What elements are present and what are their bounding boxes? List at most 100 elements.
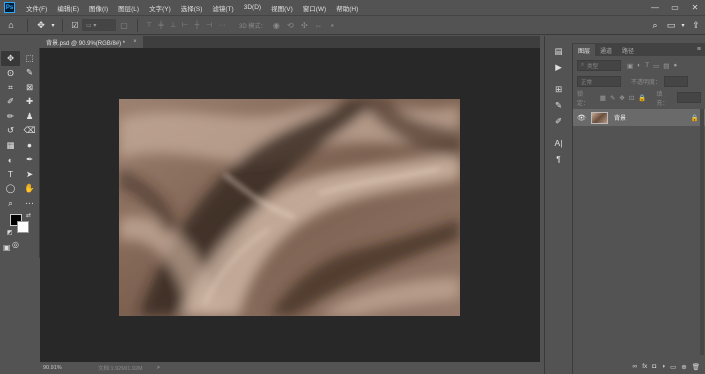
tab-paths[interactable]: 路径 <box>617 44 639 56</box>
align-left-icon[interactable]: ⊢ <box>179 17 191 33</box>
scale-3d-icon[interactable]: ▪ <box>325 17 339 33</box>
lasso-tool-icon[interactable]: ʘ <box>1 66 20 81</box>
filter-toggle-icon[interactable]: ● <box>673 62 677 70</box>
swap-colors-icon[interactable]: ⇄ <box>26 212 31 219</box>
character-icon[interactable]: A| <box>547 135 570 151</box>
menu-file[interactable]: 文件(F) <box>21 3 52 13</box>
lock-artboard-icon[interactable]: ⊡ <box>629 94 634 102</box>
align-middle-icon[interactable]: ╪ <box>155 17 167 33</box>
delete-icon[interactable]: 🗑 <box>692 363 700 371</box>
healing-brush-tool-icon[interactable]: ✚ <box>20 95 39 110</box>
pixel-filter-icon[interactable]: ▣ <box>627 62 633 70</box>
properties-icon[interactable]: ⊞ <box>547 81 570 97</box>
type-filter-icon[interactable]: T <box>645 62 649 70</box>
document-image[interactable] <box>119 99 460 316</box>
share-icon[interactable]: ⇪ <box>687 17 705 33</box>
history-icon[interactable]: ▤ <box>547 43 570 59</box>
orbit-3d-icon[interactable]: ◉ <box>269 17 283 33</box>
eyedropper-tool-icon[interactable]: ✐ <box>1 95 20 110</box>
blend-mode-dropdown[interactable]: 正常 <box>577 76 621 87</box>
paragraph-icon[interactable]: ¶ <box>547 151 570 167</box>
background-color-swatch[interactable] <box>17 221 29 233</box>
menu-edit[interactable]: 编辑(E) <box>52 3 84 13</box>
lock-position-icon[interactable]: ✥ <box>619 94 624 102</box>
menu-3d[interactable]: 3D(D) <box>239 4 266 11</box>
tab-channels[interactable]: 通道 <box>595 44 617 56</box>
transform-controls-icon[interactable]: ▢ <box>116 17 132 33</box>
menu-image[interactable]: 图像(I) <box>84 3 113 13</box>
move-tool-icon[interactable]: ✥ <box>1 51 20 66</box>
fill-field[interactable] <box>677 92 701 103</box>
chevron-down-icon[interactable]: ▾ <box>49 17 57 33</box>
menu-select[interactable]: 选择(S) <box>176 3 208 13</box>
group-icon[interactable]: ▭ <box>670 363 676 371</box>
pan-3d-icon[interactable]: ✣ <box>297 17 311 33</box>
align-center-icon[interactable]: ┼ <box>191 17 203 33</box>
layer-row[interactable]: 👁 背景 🔒 <box>573 109 705 126</box>
clone-stamp-tool-icon[interactable]: ♟ <box>20 109 39 124</box>
menu-type[interactable]: 文字(Y) <box>144 3 176 13</box>
eye-icon[interactable]: 👁 <box>576 114 587 122</box>
new-layer-icon[interactable]: ⊕ <box>681 363 686 371</box>
home-icon[interactable]: ⌂ <box>0 17 22 33</box>
ellipse-tool-icon[interactable]: ◯ <box>1 182 20 197</box>
menu-filter[interactable]: 滤镜(T) <box>207 3 238 13</box>
eraser-tool-icon[interactable]: ⌫ <box>20 124 39 139</box>
marquee-tool-icon[interactable]: ⬚ <box>20 51 39 66</box>
chevron-down-icon[interactable]: ▾ <box>679 17 687 33</box>
pen-tool-icon[interactable]: ✒ <box>20 153 39 168</box>
screen-mode-icon[interactable]: ▣ <box>3 243 11 252</box>
path-selection-tool-icon[interactable]: ➤ <box>20 167 39 182</box>
brush-settings-icon[interactable]: ✎ <box>547 97 570 113</box>
opacity-field[interactable] <box>664 76 689 87</box>
dodge-tool-icon[interactable]: ◐ <box>1 153 20 168</box>
history-brush-tool-icon[interactable]: ↺ <box>1 124 20 139</box>
tab-layers[interactable]: 图层 <box>573 44 596 56</box>
canvas-area[interactable] <box>40 48 540 362</box>
fx-icon[interactable]: fx <box>642 363 647 370</box>
layer-filter-dropdown[interactable]: ⌕ 类型 <box>577 60 621 71</box>
type-tool-icon[interactable]: T <box>1 167 20 182</box>
align-top-icon[interactable]: ⊤ <box>143 17 155 33</box>
shape-filter-icon[interactable]: ▭ <box>653 62 659 70</box>
lock-all-icon[interactable]: 🔒 <box>638 94 646 102</box>
document-tab[interactable]: 背景.psd @ 90.9%(RGB/8#) * × <box>40 36 143 48</box>
brush-tool-icon[interactable]: ✏ <box>1 109 20 124</box>
slide-3d-icon[interactable]: ⇔ <box>311 17 325 33</box>
search-icon[interactable]: ⌕ <box>647 17 663 33</box>
roll-3d-icon[interactable]: ⟲ <box>283 17 297 33</box>
smart-filter-icon[interactable]: ▤ <box>663 62 669 70</box>
menu-window[interactable]: 窗口(W) <box>298 3 331 13</box>
auto-select-checkbox[interactable]: ☑ <box>68 17 82 33</box>
play-actions-icon[interactable]: ▶ <box>547 59 570 75</box>
link-icon[interactable]: ∞ <box>633 363 638 370</box>
menu-help[interactable]: 帮助(H) <box>331 3 363 13</box>
menu-layer[interactable]: 图层(L) <box>113 3 144 13</box>
layers-scrollbar[interactable] <box>700 109 704 355</box>
paths-icon[interactable]: ✐ <box>547 113 570 129</box>
adjustment-icon[interactable]: ◑ <box>661 363 665 370</box>
zoom-level[interactable]: 90.91% <box>40 365 98 371</box>
lock-pixels-icon[interactable]: ▦ <box>600 94 606 102</box>
workspace-icon[interactable]: ▭ <box>663 17 679 33</box>
lock-paint-icon[interactable]: ✎ <box>610 94 615 102</box>
maximize-button[interactable]: ▭ <box>665 0 685 15</box>
blur-tool-icon[interactable]: ● <box>20 138 39 153</box>
crop-tool-icon[interactable]: ⌗ <box>1 80 20 95</box>
auto-select-dropdown[interactable]: ▭ ▾ <box>82 19 116 31</box>
align-right-icon[interactable]: ⊣ <box>203 17 215 33</box>
adjustment-filter-icon[interactable]: ◐ <box>637 62 641 70</box>
panel-menu-icon[interactable]: ≡ <box>697 46 705 53</box>
frame-tool-icon[interactable]: ⊠ <box>20 80 39 95</box>
zoom-tool-icon[interactable]: ⌕ <box>1 196 20 211</box>
status-menu-arrow[interactable]: > <box>157 365 160 371</box>
layer-name[interactable]: 背景 <box>614 113 626 122</box>
gradient-tool-icon[interactable]: ▦ <box>1 138 20 153</box>
default-colors-icon[interactable]: ◩ <box>7 229 13 236</box>
minimize-button[interactable]: — <box>645 0 665 15</box>
quick-mask-icon[interactable]: ◎ <box>12 240 19 249</box>
close-icon[interactable]: × <box>133 39 137 45</box>
move-tool-icon[interactable]: ✥ <box>33 17 49 33</box>
more-tools-icon[interactable]: ⋯ <box>20 196 39 211</box>
magic-wand-tool-icon[interactable]: ✎ <box>20 66 39 81</box>
